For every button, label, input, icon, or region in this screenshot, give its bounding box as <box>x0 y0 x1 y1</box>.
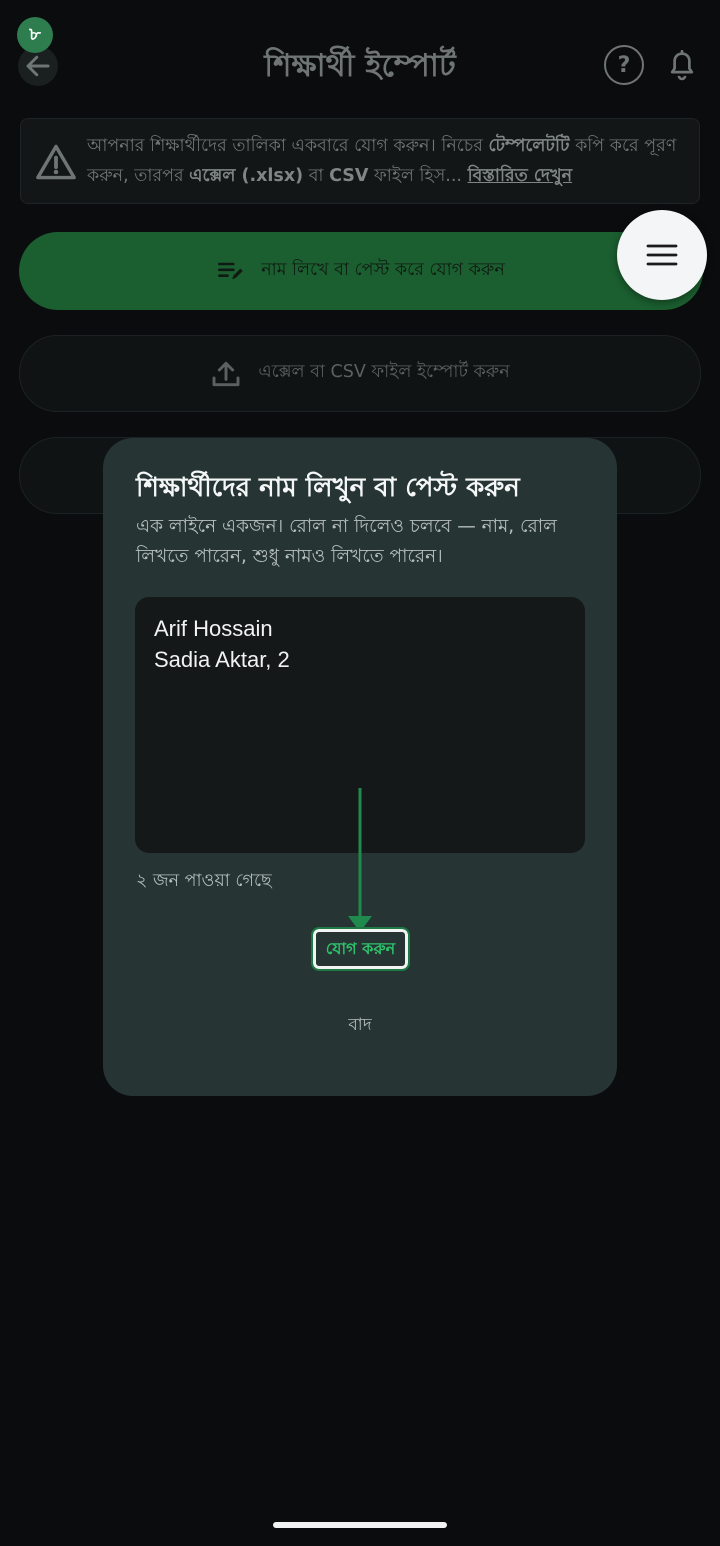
details-link[interactable]: বিস্তারিত দেখুন <box>468 166 573 186</box>
upload-icon <box>212 361 240 386</box>
dialog-subtitle: এক লাইনে একজন। রোল না দিলেও চলবে — নাম, … <box>136 516 557 567</box>
banner-text: আপনার শিক্ষার্থীদের তালিকা একবারে যোগ কর… <box>87 136 677 186</box>
help-icon: ? <box>617 52 631 78</box>
menu-button[interactable] <box>617 210 707 300</box>
cancel-button[interactable]: বাদ <box>310 1010 410 1040</box>
notifications-button[interactable] <box>662 46 702 86</box>
import-file-button[interactable]: এক্সেল বা CSV ফাইল ইম্পোর্ট করুন <box>19 335 701 412</box>
add-button[interactable]: যোগ করুন <box>311 927 410 971</box>
back-arrow-icon <box>26 55 50 77</box>
dialog-title: শিক্ষার্থীদের নাম লিখুন বা পেস্ট করুন <box>136 473 520 503</box>
found-count: ২ জন পাওয়া গেছে <box>136 871 272 891</box>
import-file-label: এক্সেল বা CSV ফাইল ইম্পোর্ট করুন <box>258 362 510 382</box>
bell-icon <box>670 50 694 81</box>
warning-icon <box>36 144 76 180</box>
pointer-arrow-icon <box>348 788 372 932</box>
info-banner: আপনার শিক্ষার্থীদের তালিকা একবারে যোগ কর… <box>20 118 700 204</box>
menu-icon <box>646 244 678 266</box>
home-indicator[interactable] <box>273 1522 447 1528</box>
paste-names-dialog: শিক্ষার্থীদের নাম লিখুন বা পেস্ট করুন এক… <box>103 438 617 1096</box>
paste-names-button[interactable]: নাম লিখে বা পেস্ট করে যোগ করুন <box>19 232 703 310</box>
paste-names-label: নাম লিখে বা পেস্ট করে যোগ করুন <box>261 259 505 280</box>
help-button[interactable]: ? <box>604 45 644 85</box>
edit-list-icon <box>218 262 243 280</box>
step-badge: ৮ <box>17 17 53 53</box>
page-title: শিক্ষার্থী ইম্পোর্ট <box>264 48 456 84</box>
